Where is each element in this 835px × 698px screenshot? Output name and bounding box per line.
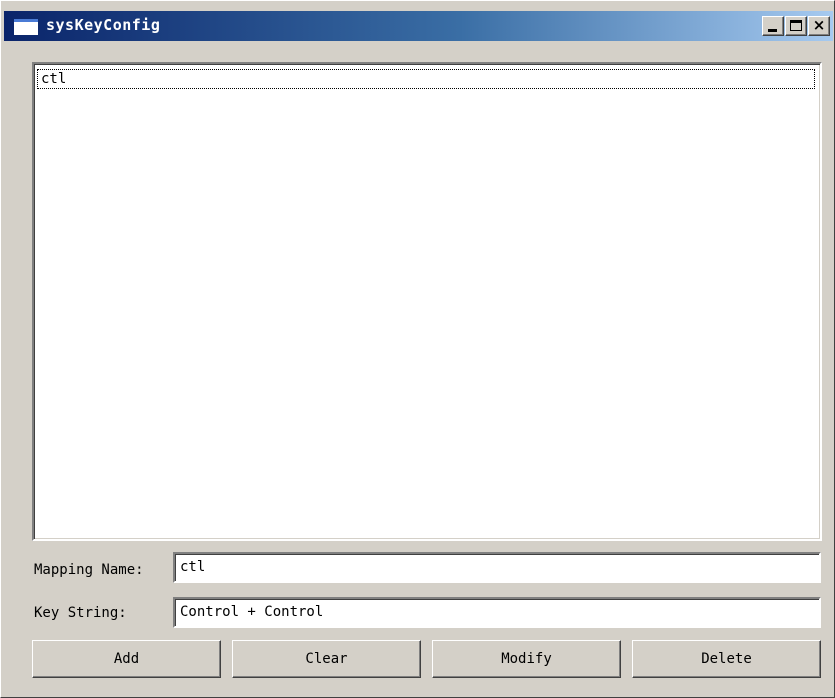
window-title: sysKeyConfig <box>46 16 161 34</box>
close-icon: × <box>812 16 826 34</box>
window-app-icon <box>14 19 38 35</box>
list-item[interactable]: ctl <box>37 69 815 89</box>
title-bar[interactable]: sysKeyConfig × <box>4 11 833 41</box>
add-button[interactable]: Add <box>32 640 221 678</box>
modify-button[interactable]: Modify <box>432 640 621 678</box>
minimize-button[interactable] <box>762 16 784 36</box>
key-string-label: Key String: <box>34 605 127 621</box>
mapping-name-field[interactable]: ctl <box>173 552 821 583</box>
key-string-field[interactable]: Control + Control <box>173 597 821 628</box>
syskeyconfig-window: sysKeyConfig × ctl Mapping Name: ctl Key… <box>0 0 835 698</box>
close-button[interactable]: × <box>808 16 830 36</box>
minimize-icon <box>768 29 777 32</box>
mapping-name-label: Mapping Name: <box>34 562 144 578</box>
clear-button[interactable]: Clear <box>232 640 421 678</box>
maximize-icon <box>790 20 802 31</box>
delete-button[interactable]: Delete <box>632 640 821 678</box>
mapping-list[interactable]: ctl <box>32 62 822 541</box>
maximize-button[interactable] <box>785 16 807 36</box>
